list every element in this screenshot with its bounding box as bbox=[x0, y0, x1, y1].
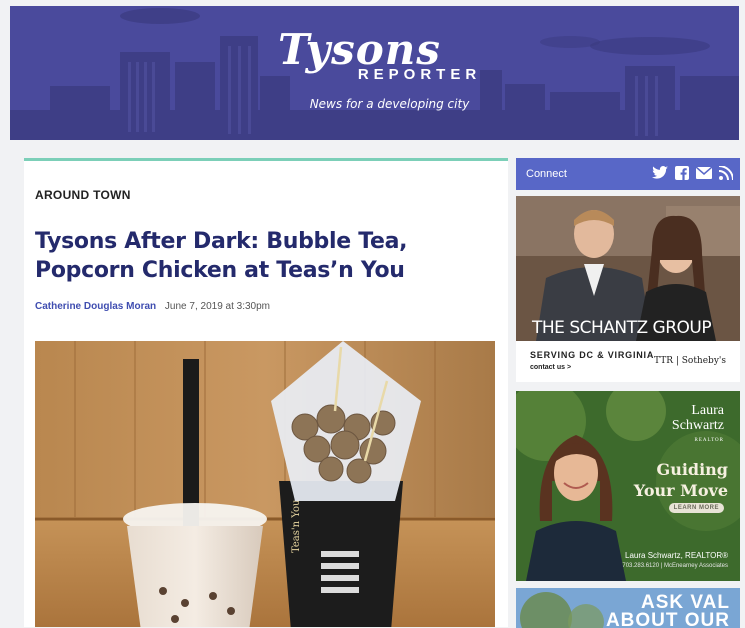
connect-label: Connect bbox=[526, 168, 567, 180]
rss-icon[interactable] bbox=[718, 164, 734, 182]
connect-bar: Connect bbox=[516, 158, 740, 190]
ad2-logo-line1: Laura bbox=[691, 403, 724, 418]
ad2-agent-name: Laura Schwartz, REALTOR® bbox=[625, 551, 728, 560]
facebook-icon[interactable] bbox=[674, 164, 690, 182]
bubble-tea-photo: Teas'n You bbox=[35, 341, 495, 627]
ad3-line2: ABOUT OUR bbox=[605, 610, 730, 628]
ad1-brand: TTR | Sotheby's bbox=[654, 356, 726, 366]
site-header: Tysons REPORTER News for a developing ci… bbox=[10, 6, 739, 140]
ad2-agent-phone: 703.283.6120 | McEnearney Associates bbox=[622, 563, 728, 569]
ad2-headline: Guiding Your Move bbox=[634, 459, 728, 501]
email-icon[interactable] bbox=[696, 164, 712, 182]
ad2-headline-line1: Guiding bbox=[656, 460, 728, 479]
article-card: AROUND TOWN Tysons After Dark: Bubble Te… bbox=[24, 158, 508, 627]
site-tagline: News for a developing city bbox=[309, 97, 470, 111]
ad2-logo-line3: REALTOR bbox=[694, 438, 724, 443]
social-icons bbox=[652, 164, 734, 182]
ad-laura-schwartz[interactable]: Laura Schwartz REALTOR Guiding Your Move… bbox=[516, 391, 740, 581]
site-logo[interactable]: Tysons REPORTER News for a developing ci… bbox=[10, 28, 739, 112]
ad2-learn-more-button[interactable]: LEARN MORE bbox=[668, 503, 724, 513]
ad1-contact-link[interactable]: contact us > bbox=[530, 364, 571, 371]
ad1-serving: SERVING DC & VIRGINIA bbox=[530, 350, 655, 360]
article-byline: Catherine Douglas Moran June 7, 2019 at … bbox=[35, 301, 270, 312]
section-label[interactable]: AROUND TOWN bbox=[35, 188, 131, 202]
ad2-logo-line2: Schwartz bbox=[671, 418, 724, 433]
article-photo: Teas'n You bbox=[35, 341, 495, 627]
twitter-icon[interactable] bbox=[652, 164, 668, 182]
ad1-title: THE SCHANTZ GROUP bbox=[532, 318, 712, 338]
article-headline[interactable]: Tysons After Dark: Bubble Tea, Popcorn C… bbox=[35, 227, 475, 285]
author-link[interactable]: Catherine Douglas Moran bbox=[35, 301, 156, 312]
cup-brand-text: Teas'n You bbox=[291, 499, 302, 553]
logo-word: REPORTER bbox=[357, 66, 482, 83]
publish-date: June 7, 2019 at 3:30pm bbox=[164, 301, 270, 312]
ad-schantz-group[interactable]: THE SCHANTZ GROUP SERVING DC & VIRGINIA … bbox=[516, 196, 740, 382]
ad2-logo: Laura Schwartz REALTOR bbox=[672, 403, 724, 448]
ad2-headline-line2: Your Move bbox=[633, 481, 728, 500]
ad-ask-val[interactable]: ASK VAL ABOUT OUR bbox=[516, 588, 740, 628]
ad3-text: ASK VAL ABOUT OUR bbox=[605, 593, 730, 628]
